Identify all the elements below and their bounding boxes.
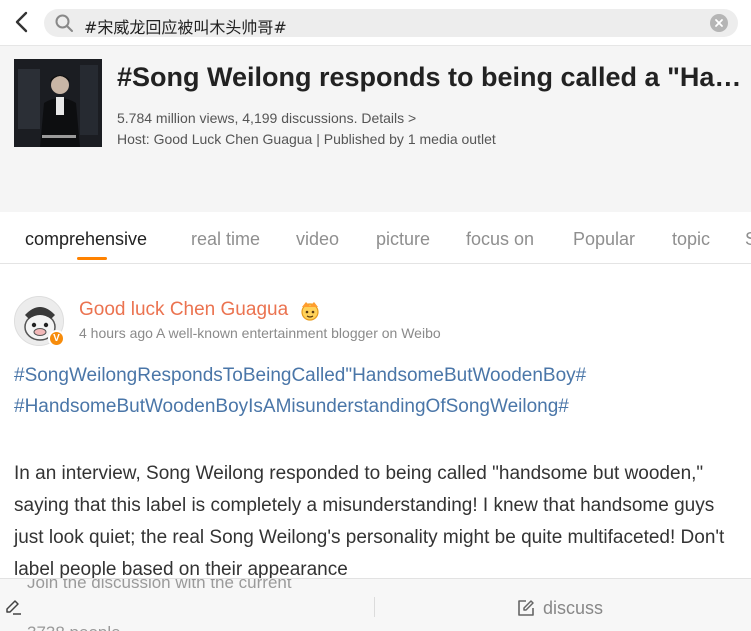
clear-icon[interactable] xyxy=(710,14,728,32)
crown-icon xyxy=(301,302,319,321)
tab-picture[interactable]: picture xyxy=(376,229,430,250)
discuss-label: discuss xyxy=(543,598,604,618)
active-tab-indicator xyxy=(77,257,107,260)
hashtag-link[interactable]: #SongWeilongRespondsToBeingCalled"Handso… xyxy=(14,365,586,387)
compose-icon xyxy=(518,600,534,616)
hashtag-link[interactable]: #HandsomeButWoodenBoyIsAMisunderstanding… xyxy=(14,396,569,418)
search-icon xyxy=(55,14,73,32)
tab-comprehensive[interactable]: comprehensive xyxy=(25,229,147,250)
tab-bar: comprehensive real time video picture fo… xyxy=(0,212,751,264)
verified-icon: V xyxy=(48,330,65,347)
tab-video[interactable]: video xyxy=(296,229,339,250)
post-author[interactable]: Good luck Chen Guagua xyxy=(79,299,288,321)
pencil-icon[interactable] xyxy=(4,598,22,616)
topic-host: Host: Good Luck Chen Guagua | Published … xyxy=(117,131,496,147)
tab-topic[interactable]: topic xyxy=(672,229,710,250)
back-arrow-icon[interactable] xyxy=(12,10,32,34)
post-meta: 4 hours ago A well-known entertainment b… xyxy=(79,325,441,341)
topic-thumbnail[interactable] xyxy=(14,59,102,147)
join-discussion-text: Join the discussion with the current xyxy=(27,578,292,592)
top-bar: #宋威龙回应被叫木头帅哥# xyxy=(0,0,751,46)
post-body: In an interview, Song Weilong responded … xyxy=(14,463,725,578)
tab-popular[interactable]: Popular xyxy=(573,229,635,250)
bottom-bar: Join the discussion with the current 373… xyxy=(0,578,751,631)
tab-real-time[interactable]: real time xyxy=(191,229,260,250)
tab-overflow[interactable]: S xyxy=(745,229,751,250)
tab-focus-on[interactable]: focus on xyxy=(466,229,534,250)
post-card: V Good luck Chen Guagua 4 hours ago A we… xyxy=(0,265,751,578)
topic-stats[interactable]: 5.784 million views, 4,199 discussions. … xyxy=(117,110,416,126)
search-query: #宋威龙回应被叫木头帅哥# xyxy=(84,18,287,37)
participant-count: 3738 people xyxy=(27,623,121,631)
topic-title: #Song Weilong responds to being called a… xyxy=(117,62,743,92)
search-input[interactable]: #宋威龙回应被叫木头帅哥# xyxy=(44,9,738,37)
divider xyxy=(374,597,375,617)
